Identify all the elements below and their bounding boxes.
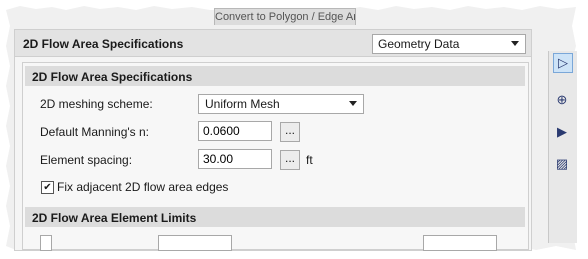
background-tab[interactable]: Convert to Polygon / Edge Area [214,8,356,25]
specifications-section-header: 2D Flow Area Specifications [25,66,525,86]
arrow-select-icon[interactable]: ▷ [553,53,573,73]
limits-max-input[interactable] [423,235,497,251]
panel-title: 2D Flow Area Specifications [23,37,184,51]
mannings-n-input[interactable] [198,121,272,141]
mannings-n-label: Default Manning's n: [40,125,150,139]
play-icon[interactable]: ▶ [553,123,571,141]
geometry-data-value: Geometry Data [378,37,460,51]
flow-area-panel: 2D Flow Area Specifications Geometry Dat… [14,29,532,251]
hatch-icon[interactable]: ▨ [553,155,571,173]
side-toolbar: ▷ ⊕ ▶ ▨ [548,51,577,243]
element-spacing-browse-button[interactable]: ... [280,150,300,170]
geometry-data-dropdown[interactable]: Geometry Data [372,34,526,54]
fix-edges-label: Fix adjacent 2D flow area edges [57,180,229,194]
limits-checkbox[interactable] [40,235,52,251]
zoom-icon[interactable]: ⊕ [553,91,571,109]
specifications-section-title: 2D Flow Area Specifications [32,70,193,84]
background-tab-label: Convert to Polygon / Edge Area [215,11,356,23]
mannings-n-browse-button[interactable]: ... [280,122,300,142]
element-limits-section-header: 2D Flow Area Element Limits [25,207,525,227]
checkmark-icon: ✔ [43,182,52,193]
meshing-scheme-label: 2D meshing scheme: [40,97,153,111]
meshing-scheme-dropdown[interactable]: Uniform Mesh [198,94,364,114]
flow-area-header: 2D Flow Area Specifications Geometry Dat… [15,30,531,57]
element-spacing-unit: ft [306,153,313,167]
specifications-group: 2D Flow Area Specifications 2D meshing s… [22,62,529,251]
limits-min-input[interactable] [158,235,232,251]
chevron-down-icon [511,41,519,46]
meshing-scheme-value: Uniform Mesh [205,97,280,111]
fix-edges-checkbox[interactable]: ✔ [41,181,54,194]
chevron-down-icon [349,101,357,106]
element-spacing-label: Element spacing: [40,153,133,167]
element-limits-section-title: 2D Flow Area Element Limits [32,211,197,225]
element-limits-row [23,235,528,255]
element-spacing-input[interactable] [198,149,272,169]
